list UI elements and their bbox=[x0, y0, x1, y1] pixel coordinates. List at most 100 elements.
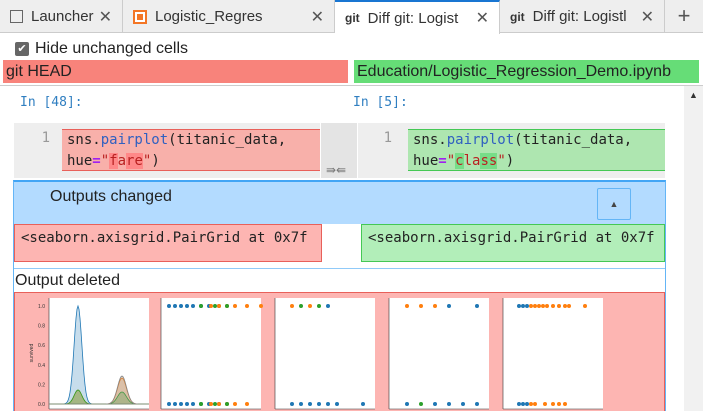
line-number: 1 bbox=[383, 130, 392, 146]
scatter-point bbox=[433, 304, 437, 308]
scatter-point bbox=[521, 304, 525, 308]
scatter-point bbox=[563, 402, 567, 406]
scatter-point bbox=[173, 402, 177, 406]
scatter-point bbox=[517, 304, 521, 308]
y-tick-label: 1.0 bbox=[38, 304, 45, 310]
scatter-point bbox=[245, 402, 249, 406]
launcher-icon bbox=[10, 10, 23, 23]
scroll-up-arrow[interactable]: ▲ bbox=[684, 90, 703, 100]
close-icon[interactable]: ✕ bbox=[640, 6, 654, 27]
tab-label: Launcher bbox=[31, 8, 94, 25]
tab-launcher[interactable]: Launcher ✕ bbox=[0, 0, 123, 33]
pairplot-image: 1.0 0.8 0.6 0.4 0.2 0.0 survived bbox=[29, 298, 603, 410]
scatter-point bbox=[185, 402, 189, 406]
scatter-point bbox=[433, 402, 437, 406]
scatter-point bbox=[533, 402, 537, 406]
scatter-point bbox=[419, 402, 423, 406]
scatter-point bbox=[583, 304, 587, 308]
tab-bar: Launcher ✕ Logistic_Regres ✕ git Diff git: … bbox=[0, 0, 703, 34]
scatter-point bbox=[213, 304, 217, 308]
scatter-point bbox=[551, 304, 555, 308]
scatter-point bbox=[419, 304, 423, 308]
scatter-point bbox=[475, 402, 479, 406]
y-tick-label: 0.8 bbox=[38, 324, 45, 330]
left-prompt: In [48]: bbox=[20, 95, 83, 110]
collapse-button[interactable]: ▲ bbox=[597, 188, 631, 220]
y-tick-label: 0.6 bbox=[38, 343, 45, 349]
y-tick-label: 0.4 bbox=[38, 363, 45, 369]
notebook-icon bbox=[133, 9, 147, 24]
scatter-point bbox=[199, 402, 203, 406]
scatter-point bbox=[308, 402, 312, 406]
scatter-point bbox=[525, 304, 529, 308]
scatter-point bbox=[461, 402, 465, 406]
scatter-point bbox=[209, 402, 213, 406]
scatter-point bbox=[529, 304, 533, 308]
y-axis-label: survived bbox=[29, 343, 35, 362]
y-tick-label: 0.0 bbox=[38, 402, 45, 408]
scatter-point bbox=[225, 402, 229, 406]
new-tab-button[interactable]: + bbox=[665, 0, 703, 33]
tab-diff[interactable]: git Diff git: Logistl ✕ bbox=[500, 0, 665, 33]
scatter-point bbox=[191, 304, 195, 308]
scatter-point bbox=[317, 304, 321, 308]
hide-unchanged-toggle[interactable]: ✔ Hide unchanged cells bbox=[15, 40, 188, 58]
scatter-point bbox=[217, 402, 221, 406]
tab-label: Logistic_Regres bbox=[155, 8, 263, 25]
outputs-changed-label: Outputs changed bbox=[50, 188, 172, 205]
scatter-point bbox=[361, 402, 365, 406]
subplot-panel bbox=[275, 298, 375, 409]
scatter-point bbox=[405, 304, 409, 308]
scatter-point bbox=[521, 402, 525, 406]
deleted-output-image: 1.0 0.8 0.6 0.4 0.2 0.0 survived bbox=[14, 292, 665, 411]
close-icon[interactable]: ✕ bbox=[310, 6, 324, 27]
line-number: 1 bbox=[41, 130, 50, 146]
scatter-point bbox=[290, 402, 294, 406]
scatter-point bbox=[405, 402, 409, 406]
checkbox[interactable]: ✔ bbox=[15, 42, 29, 56]
scatter-point bbox=[317, 402, 321, 406]
subplot-panel bbox=[49, 298, 149, 409]
scatter-point bbox=[233, 402, 237, 406]
scatter-point bbox=[290, 304, 294, 308]
scatter-point bbox=[545, 304, 549, 308]
scatter-point bbox=[541, 304, 545, 308]
scatter-point bbox=[557, 304, 561, 308]
tab-label: Diff git: Logist bbox=[367, 9, 459, 27]
scatter-point bbox=[299, 402, 303, 406]
scatter-point bbox=[233, 304, 237, 308]
scatter-point bbox=[217, 304, 221, 308]
left-header: git HEAD bbox=[3, 60, 348, 83]
scatter-point bbox=[543, 402, 547, 406]
scatter-point bbox=[326, 304, 330, 308]
scatter-point bbox=[308, 304, 312, 308]
scatter-point bbox=[167, 402, 171, 406]
merge-arrows-icon[interactable]: ⇛⇚ bbox=[326, 163, 346, 177]
scatter-point bbox=[179, 402, 183, 406]
close-icon[interactable]: ✕ bbox=[475, 8, 489, 28]
scatter-point bbox=[563, 304, 567, 308]
scatter-point bbox=[447, 304, 451, 308]
scatter-point bbox=[529, 402, 533, 406]
tab-notebook[interactable]: Logistic_Regres ✕ bbox=[123, 0, 335, 33]
scatter-point bbox=[557, 402, 561, 406]
git-icon: git bbox=[510, 9, 525, 24]
left-output: <seaborn.axisgrid.PairGrid at 0x7f bbox=[14, 224, 322, 262]
right-code-editor[interactable]: sns.pairplot(titanic_data, hue="class") bbox=[408, 129, 665, 171]
right-output: <seaborn.axisgrid.PairGrid at 0x7f bbox=[361, 224, 665, 262]
scatter-point bbox=[567, 304, 571, 308]
tab-label: Diff git: Logistl bbox=[532, 8, 627, 25]
scatter-point bbox=[517, 402, 521, 406]
close-icon[interactable]: ✕ bbox=[99, 7, 112, 27]
scatter-point bbox=[225, 304, 229, 308]
scatter-point bbox=[299, 304, 303, 308]
scatter-point bbox=[447, 402, 451, 406]
scrollbar[interactable]: ▲ bbox=[684, 86, 703, 411]
checkbox-label: Hide unchanged cells bbox=[35, 40, 188, 57]
scatter-point bbox=[245, 304, 249, 308]
left-code-editor[interactable]: sns.pairplot(titanic_data, hue="fare") bbox=[62, 129, 320, 171]
scatter-point bbox=[179, 304, 183, 308]
right-header: Education/Logistic_Regression_Demo.ipynb bbox=[354, 60, 699, 83]
y-tick-label: 0.2 bbox=[38, 382, 45, 388]
tab-diff-active[interactable]: git Diff git: Logist ✕ bbox=[335, 0, 500, 34]
